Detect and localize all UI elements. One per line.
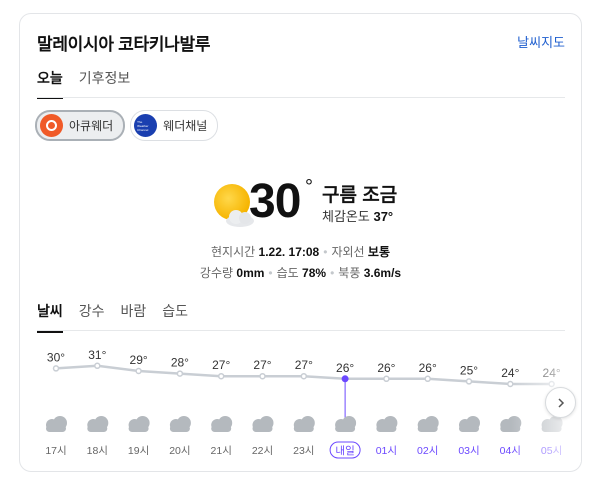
- cloud-icon: [417, 416, 439, 432]
- weather-card: 말레이시아 코타키나발루 날씨지도 오늘 기후정보 아큐웨더 웨더채널: [19, 13, 582, 472]
- tab-precipitation[interactable]: 강수: [79, 301, 105, 333]
- uv-value: 보통: [367, 245, 390, 259]
- separator-dot: •: [330, 266, 335, 280]
- tab-weather[interactable]: 날씨: [37, 301, 63, 333]
- hour-time-label: 18시: [87, 445, 108, 457]
- cloud-icon: [459, 416, 480, 432]
- hour-time-label: 04시: [500, 445, 521, 457]
- hour-temp-label: 24°: [543, 366, 561, 380]
- details-row-1: 현지시간 1.22. 17:08 • 자외선 보통: [20, 242, 581, 263]
- hour-time-label: 23시: [293, 445, 314, 457]
- hour-time-label: 01시: [376, 445, 397, 457]
- local-time-value: 1.22. 17:08: [258, 245, 320, 259]
- hour-temp-label: 27°: [253, 358, 271, 372]
- current-condition: 구름 조금: [322, 185, 398, 206]
- top-tabs: 오늘 기후정보: [37, 68, 130, 99]
- humidity-value: 78%: [302, 266, 327, 280]
- feels-like-label: 체감온도: [322, 209, 370, 224]
- temp-point: [176, 370, 184, 377]
- location-title: 말레이시아 코타키나발루: [37, 35, 211, 54]
- hour-time-label: 17시: [45, 445, 66, 457]
- now-marker-dot: [341, 375, 349, 383]
- temp-point: [507, 380, 514, 388]
- provider-label: 아큐웨더: [69, 119, 114, 133]
- temp-point: [383, 375, 390, 383]
- details-row-2: 강수량 0mm • 습도 78% • 북풍 3.6m/s: [20, 263, 581, 284]
- hourly-tabs: 날씨 강수 바람 습도: [37, 301, 188, 333]
- accuweather-logo-icon: [40, 114, 63, 137]
- hourly-chart: 30° 17시 31° 18시 29° 19시 28° 20시 27° 21시 27° 22시 27° 2…: [45, 348, 563, 459]
- cloud-icon: [169, 416, 191, 432]
- degree-symbol: °: [305, 176, 313, 198]
- divider: [37, 330, 565, 331]
- hour-time-label: 02시: [417, 445, 438, 457]
- provider-accuweather-button[interactable]: 아큐웨더: [35, 110, 126, 141]
- cloud-icon: [252, 416, 274, 432]
- feels-like: 체감온도 37°: [322, 206, 393, 225]
- hourly-forecast: 30° 17시 31° 18시 29° 19시 28° 20시 27° 21시 27° 22시 27° 2…: [20, 342, 581, 462]
- separator-dot: •: [268, 266, 273, 280]
- rain-value: 0mm: [236, 266, 265, 280]
- hour-temp-label: 30°: [47, 350, 65, 364]
- hour-time-label: 03시: [458, 445, 479, 457]
- temp-point: [135, 367, 142, 375]
- scroll-right-button[interactable]: [545, 387, 576, 418]
- temp-point: [52, 365, 60, 372]
- cloud-icon: [335, 416, 357, 432]
- provider-label: 웨더채널: [163, 119, 208, 133]
- hour-time-label: 20시: [169, 445, 190, 457]
- current-temperature: 30: [249, 175, 301, 228]
- humidity-label: 습도: [276, 266, 299, 280]
- hour-temp-label: 27°: [295, 358, 313, 372]
- temp-point: [548, 380, 555, 388]
- temp-point: [300, 372, 308, 380]
- temp-point: [465, 378, 473, 385]
- cloud-icon: [500, 416, 522, 432]
- hour-temp-label: 26°: [419, 361, 437, 375]
- provider-selector: 아큐웨더 웨더채널: [35, 110, 219, 141]
- wind-label: 북풍: [338, 266, 361, 280]
- chevron-right-icon: [557, 397, 564, 408]
- tab-humidity[interactable]: 습도: [162, 301, 188, 333]
- cloud-icon: [541, 416, 563, 432]
- hour-temp-label: 24°: [501, 366, 519, 380]
- hour-temp-label: 25°: [460, 363, 478, 377]
- weather-map-link[interactable]: 날씨지도: [517, 32, 565, 51]
- feels-like-value: 37°: [373, 209, 394, 224]
- hour-temp-label: 29°: [130, 353, 148, 367]
- hour-time-label: 19시: [128, 445, 149, 457]
- tab-climate[interactable]: 기후정보: [79, 68, 131, 99]
- local-time-label: 현지시간: [211, 245, 256, 259]
- rain-label: 강수량: [199, 266, 234, 280]
- current-weather: 30 ° 구름 조금 체감온도 37°: [20, 174, 581, 236]
- hour-temp-label: 27°: [212, 358, 230, 372]
- cloud-icon: [376, 416, 398, 432]
- cloud-icon: [87, 416, 109, 432]
- weather-channel-logo-icon: [134, 114, 158, 137]
- cloud-icon: [293, 416, 315, 432]
- hour-time-label: 21시: [211, 445, 232, 457]
- hour-temp-label: 26°: [336, 361, 354, 375]
- cloud-icon: [46, 416, 67, 432]
- temp-point: [424, 375, 431, 383]
- wind-value: 3.6m/s: [363, 266, 402, 280]
- cloud-icon: [128, 416, 150, 432]
- provider-weather-channel-button[interactable]: 웨더채널: [130, 110, 219, 141]
- hour-time-label: 05시: [541, 445, 562, 457]
- temp-point: [259, 372, 266, 380]
- hour-time-label: 내일: [335, 444, 354, 457]
- divider: [37, 97, 565, 98]
- temp-point: [217, 372, 225, 380]
- separator-dot: •: [323, 245, 328, 259]
- cloud-icon: [211, 416, 233, 432]
- tab-wind[interactable]: 바람: [121, 301, 147, 333]
- hour-temp-label: 28°: [171, 356, 189, 370]
- tab-today[interactable]: 오늘: [37, 68, 63, 99]
- temp-point: [94, 362, 101, 370]
- uv-label: 자외선: [331, 245, 365, 259]
- hour-temp-label: 31°: [88, 348, 106, 362]
- hour-temp-label: 26°: [377, 361, 395, 375]
- hour-time-label: 22시: [252, 445, 273, 457]
- weather-details: 현지시간 1.22. 17:08 • 자외선 보통 강수량 0mm • 습도 78% • 북…: [20, 242, 581, 284]
